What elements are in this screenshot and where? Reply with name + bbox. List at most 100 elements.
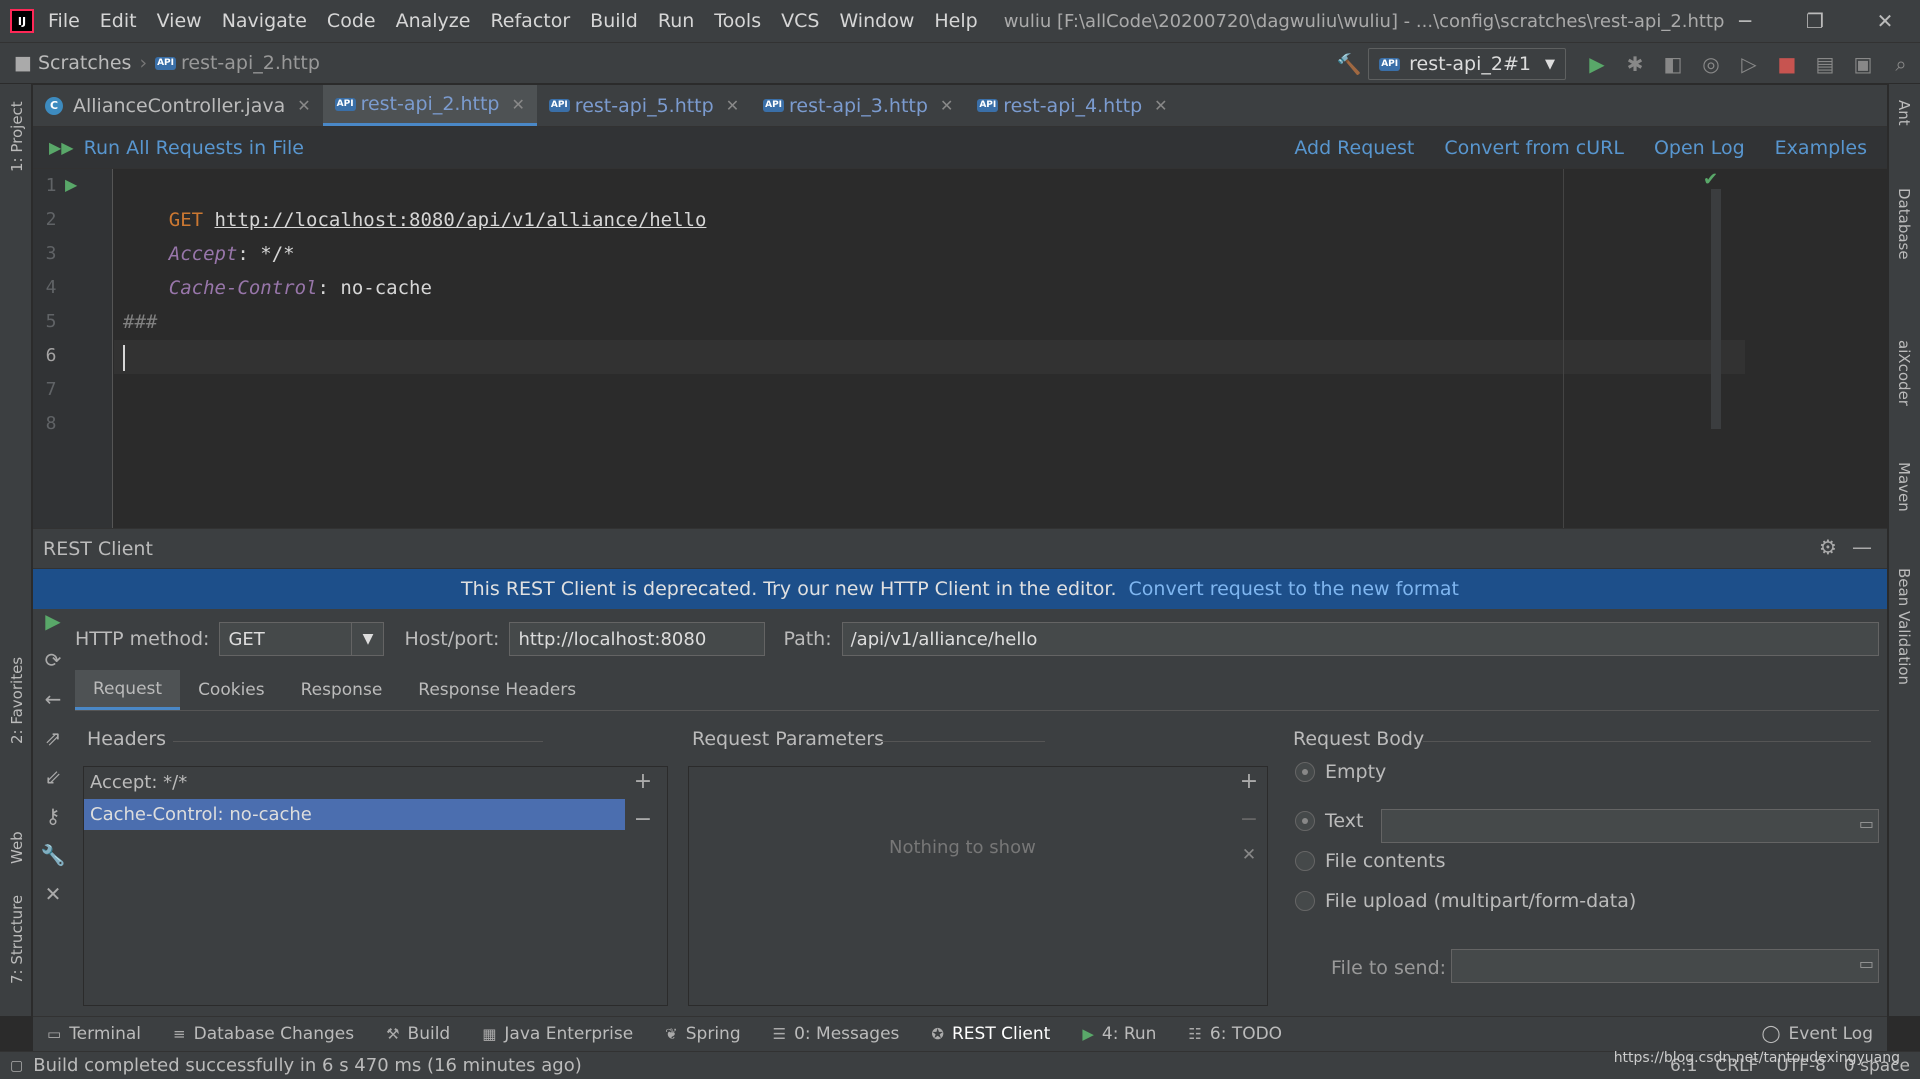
convert-request-link[interactable]: Convert request to the new format (1129, 578, 1459, 600)
restore-button[interactable]: ❐ (1780, 0, 1850, 42)
headers-list[interactable]: Accept: */* Cache-Control: no-cache (83, 766, 668, 1006)
body-option-file-upload[interactable]: File upload (multipart/form-data) (1295, 890, 1636, 912)
terminal-window-icon[interactable]: ▣ (1844, 45, 1882, 83)
run-all-requests-button[interactable]: ▶▶ Run All Requests in File (49, 137, 304, 159)
menu-run[interactable]: Run (658, 10, 694, 32)
add-parameter-icon[interactable]: + (1234, 769, 1264, 807)
menu-code[interactable]: Code (327, 10, 376, 32)
structure-tool-button[interactable]: 7: Structure (8, 895, 26, 984)
editor-scrollbar[interactable] (1711, 189, 1721, 429)
run-configuration-select[interactable]: API rest-api_2#1 ▼ (1368, 48, 1566, 80)
http-method-select[interactable]: GET ▼ (219, 622, 385, 656)
menu-help[interactable]: Help (934, 10, 977, 32)
tab-cookies[interactable]: Cookies (180, 670, 283, 710)
add-request-link[interactable]: Add Request (1294, 137, 1414, 159)
project-tool-button[interactable]: 1: Project (8, 101, 26, 172)
remove-header-icon[interactable]: − (628, 807, 658, 845)
body-option-file-contents[interactable]: File contents (1295, 850, 1445, 872)
tab-rest-api-4[interactable]: API rest-api_4.http ✕ (965, 85, 1179, 126)
wrench-icon[interactable]: 🔧 (33, 843, 73, 882)
tool-tab-todo[interactable]: ☷ 6: TODO (1188, 1024, 1282, 1044)
tab-rest-api-2[interactable]: API rest-api_2.http ✕ (322, 85, 537, 126)
add-header-icon[interactable]: + (628, 769, 658, 807)
minimize-button[interactable]: ─ (1710, 0, 1780, 42)
list-item[interactable]: Cache-Control: no-cache (84, 799, 625, 831)
open-log-link[interactable]: Open Log (1654, 137, 1745, 159)
maven-tool-button[interactable]: Maven (1895, 462, 1913, 512)
profile-icon[interactable]: ◎ (1692, 45, 1730, 83)
export-icon[interactable]: ⇗ (33, 726, 73, 765)
web-tool-button[interactable]: Web (8, 831, 26, 864)
radio-button[interactable] (1295, 851, 1315, 871)
convert-from-curl-link[interactable]: Convert from cURL (1444, 137, 1624, 159)
close-tab-icon[interactable]: ✕ (297, 96, 310, 115)
tool-tab-messages[interactable]: ☰ 0: Messages (773, 1024, 900, 1044)
run-request-gutter-icon[interactable]: ▶ (65, 175, 77, 194)
folder-open-icon[interactable]: ▭ (1859, 814, 1874, 833)
file-to-send-input[interactable]: ▭ (1451, 949, 1879, 983)
tab-rest-api-3[interactable]: API rest-api_3.http ✕ (751, 85, 965, 126)
tab-alliancecontroller[interactable]: C AllianceController.java ✕ (33, 85, 323, 126)
run-icon[interactable]: ▶ (1578, 45, 1616, 83)
body-text-input[interactable]: ▭ (1381, 809, 1879, 843)
request-parameters-list[interactable]: Nothing to show (688, 766, 1268, 1006)
body-option-text[interactable]: Text (1295, 810, 1363, 832)
import-icon[interactable]: ⇙ (33, 765, 73, 804)
remove-parameter-icon[interactable]: − (1234, 807, 1264, 845)
aixcoder-tool-button[interactable]: aiXcoder (1895, 340, 1913, 406)
bean-validation-tool-button[interactable]: Bean Validation (1895, 568, 1913, 685)
tab-response-headers[interactable]: Response Headers (400, 670, 594, 710)
stop-icon[interactable]: ■ (1768, 45, 1806, 83)
debug-icon[interactable]: ✱ (1616, 45, 1654, 83)
favorites-tool-button[interactable]: 2: Favorites (8, 657, 26, 744)
tool-tab-spring[interactable]: ❦ Spring (665, 1024, 740, 1044)
breadcrumb-file[interactable]: rest-api_2.http (181, 52, 320, 74)
generate-auth-icon[interactable]: ⚷ (33, 804, 73, 843)
close-tab-icon[interactable]: ✕ (1154, 96, 1167, 115)
inspection-ok-icon[interactable]: ✔ (1703, 169, 1718, 190)
tab-response[interactable]: Response (283, 670, 401, 710)
tab-request[interactable]: Request (75, 670, 181, 710)
menu-edit[interactable]: Edit (100, 10, 137, 32)
search-icon[interactable]: ⌕ (1882, 45, 1920, 83)
submit-request-icon[interactable]: ▶ (33, 609, 73, 648)
close-tab-icon[interactable]: ✕ (940, 96, 953, 115)
folder-open-icon[interactable]: ▭ (1859, 954, 1874, 973)
tool-tab-run[interactable]: ▶ 4: Run (1082, 1024, 1156, 1044)
menu-view[interactable]: View (157, 10, 202, 32)
radio-button[interactable] (1295, 811, 1315, 831)
close-icon[interactable]: ✕ (33, 882, 73, 921)
hide-panel-icon[interactable]: — (1845, 535, 1879, 559)
tool-tab-build[interactable]: ⚒ Build (386, 1024, 450, 1044)
menu-analyze[interactable]: Analyze (396, 10, 471, 32)
close-tab-icon[interactable]: ✕ (511, 95, 524, 114)
menu-window[interactable]: Window (839, 10, 914, 32)
clear-parameters-icon[interactable]: ✕ (1234, 845, 1264, 883)
event-log-button[interactable]: ◯ Event Log (1762, 1024, 1874, 1044)
tool-tab-terminal[interactable]: ▭ Terminal (47, 1024, 141, 1044)
breadcrumb-folder[interactable]: Scratches (38, 52, 132, 74)
menu-build[interactable]: Build (590, 10, 638, 32)
run-disabled-icon[interactable]: ▷ (1730, 45, 1768, 83)
close-tab-icon[interactable]: ✕ (726, 96, 739, 115)
menu-tools[interactable]: Tools (714, 10, 761, 32)
replay-icon[interactable]: ⟳ (33, 648, 73, 687)
close-window-button[interactable]: ✕ (1850, 0, 1920, 42)
menu-refactor[interactable]: Refactor (490, 10, 570, 32)
radio-button[interactable] (1295, 762, 1315, 782)
build-hammer-icon[interactable]: 🔨 (1330, 45, 1368, 83)
coverage-icon[interactable]: ◧ (1654, 45, 1692, 83)
menu-vcs[interactable]: VCS (781, 10, 819, 32)
tab-rest-api-5[interactable]: API rest-api_5.http ✕ (537, 85, 751, 126)
list-item[interactable]: Accept: */* (84, 767, 625, 799)
ant-tool-button[interactable]: Ant (1895, 100, 1913, 126)
toggle-tool-windows-icon[interactable]: ▢ (10, 1058, 23, 1074)
examples-link[interactable]: Examples (1775, 137, 1867, 159)
host-port-input[interactable]: http://localhost:8080 (509, 622, 766, 656)
project-structure-icon[interactable]: ▤ (1806, 45, 1844, 83)
tool-tab-rest-client[interactable]: ✪ REST Client (931, 1024, 1050, 1044)
status-message[interactable]: Build completed successfully in 6 s 470 … (33, 1055, 582, 1076)
menu-navigate[interactable]: Navigate (222, 10, 307, 32)
code-editor[interactable]: 1 2 3 4 5 6 7 8 ▶ GET http://localhost:8… (33, 169, 1887, 528)
gear-icon[interactable]: ⚙ (1811, 535, 1845, 559)
